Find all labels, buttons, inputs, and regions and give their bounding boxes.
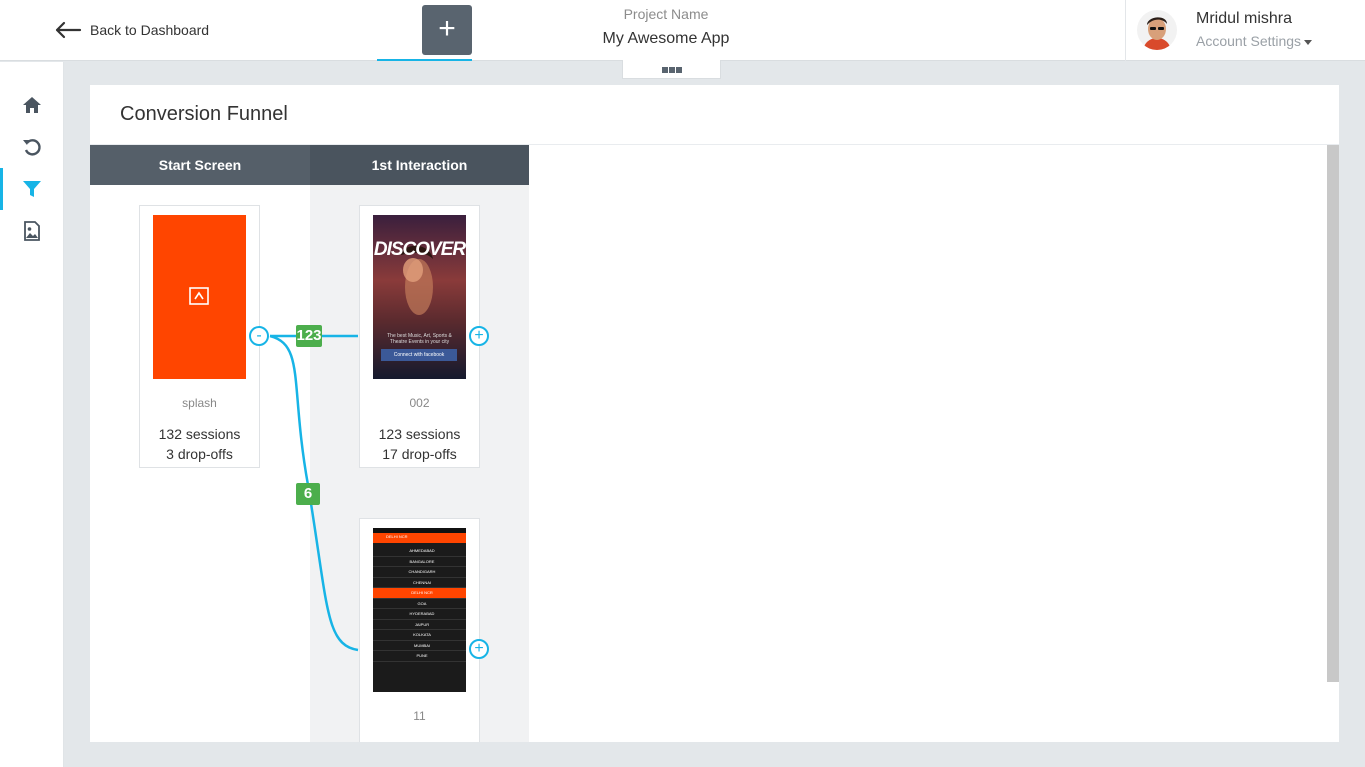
city-list-item: CHANDIGARH <box>373 567 466 578</box>
city-list-item: GOA <box>373 599 466 609</box>
home-icon <box>23 97 41 113</box>
account-settings-label: Account Settings <box>1196 33 1302 49</box>
vertical-scrollbar[interactable] <box>1327 145 1339 682</box>
project-name[interactable]: My Awesome App <box>566 29 766 49</box>
session-count: 132 sessions <box>158 426 241 442</box>
screen-stats: 123 sessions 17 drop-offs <box>360 424 479 464</box>
session-count: 123 sessions <box>378 426 461 442</box>
link-count-badge[interactable]: 6 <box>296 483 320 505</box>
discover-thumbnail: DISCOVER The best Music, Art, Sports & T… <box>373 215 466 379</box>
city-list-item: BANGALORE <box>373 557 466 567</box>
city-list-item: KOLKATA <box>373 630 466 641</box>
city-list-item: DELHI NCR <box>373 588 466 599</box>
account-settings-dropdown[interactable]: Account Settings <box>1196 33 1313 49</box>
top-bar: Back to Dashboard + Project Name My Awes… <box>0 0 1365 61</box>
city-header-label: DELHI NCR <box>386 534 408 539</box>
city-list: AHMEDABAD BANGALORE CHANDIGARH CHENNAI DELHI… <box>373 546 466 662</box>
dropoff-count: 3 drop-offs <box>166 446 233 462</box>
avatar[interactable] <box>1137 10 1177 50</box>
project-label: Project Name <box>623 6 709 22</box>
add-screen-button[interactable]: + <box>422 5 472 55</box>
back-to-dashboard-link[interactable]: Back to Dashboard <box>54 19 209 41</box>
screen-stats: 132 sessions 3 drop-offs <box>140 424 259 464</box>
column-header-start: Start Screen <box>90 145 310 185</box>
sidebar-item-home[interactable] <box>0 84 64 126</box>
sidebar <box>0 62 64 767</box>
link-count-badge[interactable]: 123 <box>296 325 322 347</box>
more-options-tab[interactable] <box>622 60 721 79</box>
connect-facebook-label: Connect with facebook <box>393 352 445 358</box>
city-list-item: HYDERABAD <box>373 609 466 620</box>
city-list-item: CHENNAI <box>373 578 466 588</box>
expand-button[interactable]: + <box>469 639 489 659</box>
sidebar-item-funnel[interactable] <box>0 168 64 210</box>
screen-card-002[interactable]: DISCOVER The best Music, Art, Sports & T… <box>359 205 480 468</box>
city-header-bar: DELHI NCR <box>373 533 466 543</box>
city-list-item: AHMEDABAD <box>373 546 466 557</box>
city-list-item: PUNE <box>373 651 466 662</box>
funnel-icon <box>23 181 41 197</box>
city-list-item: MUMBAI <box>373 641 466 651</box>
arrow-left-icon <box>55 21 82 39</box>
discover-tagline: The best Music, Art, Sports & Theatre Ev… <box>387 333 452 345</box>
project-info: Project Name My Awesome App <box>566 6 766 49</box>
column-header-interaction: 1st Interaction <box>310 145 529 185</box>
page-title: Conversion Funnel <box>120 103 288 125</box>
image-icon <box>24 221 40 241</box>
splash-thumbnail <box>153 215 246 379</box>
conversion-funnel-card: Conversion Funnel Start Screen 1st Inter… <box>90 85 1339 742</box>
sidebar-item-history[interactable] <box>0 126 64 168</box>
screen-name: 11 <box>413 709 426 723</box>
dropoff-count: 17 drop-offs <box>382 446 457 462</box>
screen-card-11[interactable]: DELHI NCR AHMEDABAD BANGALORE CHANDIGARH CH… <box>359 518 480 742</box>
caret-down-icon <box>1304 39 1313 45</box>
collapse-button[interactable]: - <box>249 326 269 346</box>
screen-name: 002 <box>409 396 430 410</box>
back-label: Back to Dashboard <box>90 22 210 38</box>
add-button-underline <box>377 59 472 61</box>
app-logo-icon <box>189 287 209 305</box>
screen-name: splash <box>182 396 217 410</box>
expand-button[interactable]: + <box>469 326 489 346</box>
sidebar-item-screens[interactable] <box>0 210 64 252</box>
history-icon <box>23 139 41 156</box>
discover-title: DISCOVER <box>373 239 466 260</box>
city-list-thumbnail: DELHI NCR AHMEDABAD BANGALORE CHANDIGARH CH… <box>373 528 466 692</box>
city-list-item: JAIPUR <box>373 620 466 630</box>
user-name: Mridul mishra <box>1196 10 1293 27</box>
user-menu: Mridul mishra Account Settings <box>1125 0 1365 61</box>
screen-card-splash[interactable]: splash 132 sessions 3 drop-offs <box>139 205 260 468</box>
dots-icon <box>661 60 682 77</box>
